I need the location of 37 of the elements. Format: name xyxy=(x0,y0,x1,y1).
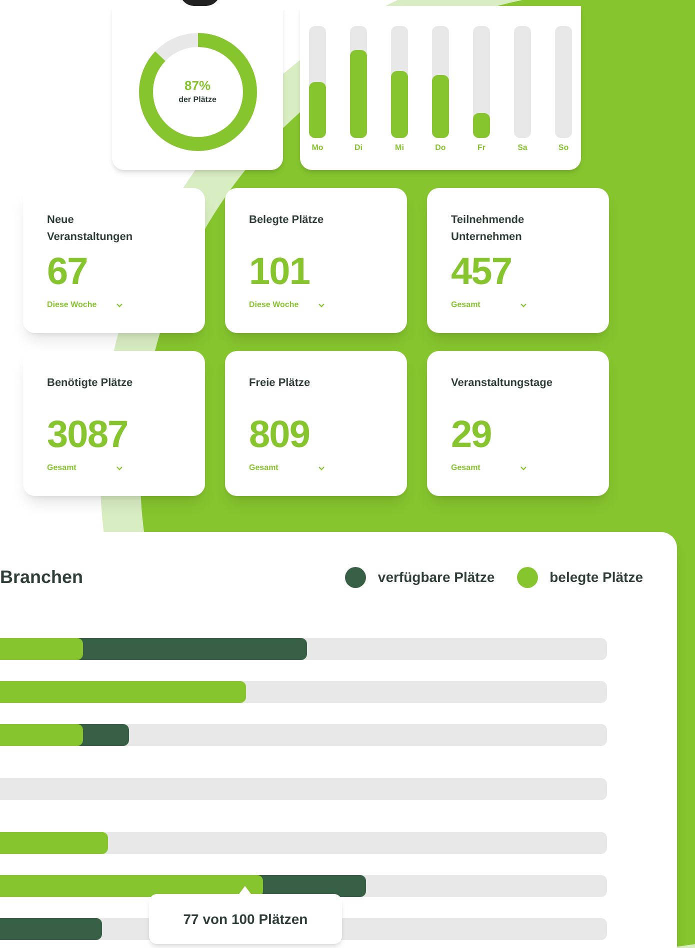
period-dropdown[interactable]: Diese Woche xyxy=(249,299,325,311)
stat-value: 101 xyxy=(249,253,311,291)
chevron-down-icon xyxy=(318,466,325,470)
legend-label: verfügbare Plätze xyxy=(378,568,495,587)
weekday-label: Mo xyxy=(312,142,324,154)
occupancy-value: 87% xyxy=(184,78,211,94)
weekday-label: Sa xyxy=(518,142,528,154)
weekday-label: So xyxy=(558,142,569,154)
stat-value: 67 xyxy=(47,253,88,291)
stat-title: Neue Veranstaltungen xyxy=(47,213,134,245)
stat-title: Benötigte Plätze xyxy=(47,376,134,391)
period-dropdown[interactable]: Gesamt xyxy=(47,462,123,474)
weekday-label: Mi xyxy=(395,142,404,154)
stat-value: 809 xyxy=(249,416,311,454)
stat-value: 3087 xyxy=(47,416,129,454)
stat-title: Veranstaltungstage xyxy=(451,376,554,391)
stat-title: Teilnehmende Unternehmen xyxy=(451,213,526,245)
period-dropdown[interactable]: Gesamt xyxy=(451,462,527,474)
occupancy-caption: der Plätze xyxy=(178,94,216,106)
period-dropdown[interactable]: Diese Woche xyxy=(47,299,123,311)
stat-title: Belegte Plätze xyxy=(249,213,325,228)
weekday-label: Di xyxy=(354,142,362,154)
stat-title: Freie Plätze xyxy=(249,376,312,391)
chevron-down-icon xyxy=(116,302,123,308)
weekday-label: Fr xyxy=(478,142,486,154)
chevron-down-icon xyxy=(520,302,527,308)
period-dropdown[interactable]: Gesamt xyxy=(249,462,325,474)
legend-label: belegte Plätze xyxy=(550,568,643,587)
weekday-label: Do xyxy=(435,142,446,154)
stat-value: 457 xyxy=(451,253,513,291)
chevron-down-icon xyxy=(116,466,123,470)
stat-value: 29 xyxy=(451,416,492,454)
panel-title: Branchen xyxy=(0,566,84,589)
period-dropdown[interactable]: Gesamt xyxy=(451,299,527,311)
tooltip-text: 77 von 100 Plätzen xyxy=(183,910,308,928)
chevron-down-icon xyxy=(318,302,325,308)
chevron-down-icon xyxy=(520,466,527,470)
